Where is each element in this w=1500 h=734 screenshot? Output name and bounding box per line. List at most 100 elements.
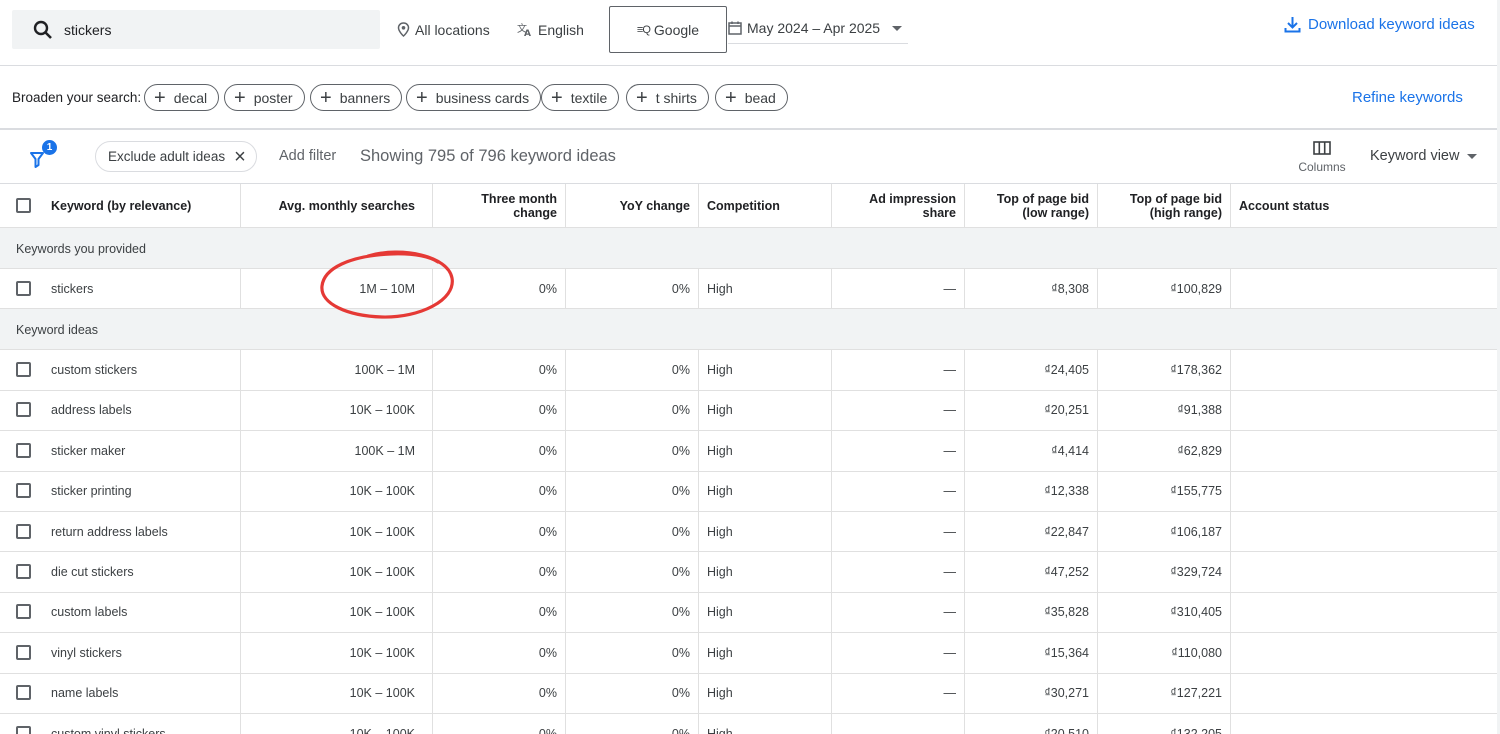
avg-monthly-searches-cell: 10K – 100K xyxy=(241,673,433,713)
results-count: Showing 795 of 796 keyword ideas xyxy=(360,147,616,165)
broaden-pill-business-cards[interactable]: + business cards xyxy=(406,84,542,111)
table-row[interactable]: custom labels 10K – 100K 0% 0% High — ₫35,828 ₫… xyxy=(0,592,1497,634)
table-row[interactable]: custom stickers 100K – 1M 0% 0% High — ₫24,405… xyxy=(0,350,1497,391)
header-keyword[interactable]: Keyword (by relevance) xyxy=(0,184,241,227)
add-filter-button[interactable]: Add filter xyxy=(279,148,336,164)
bid-high-cell: ₫132,205 xyxy=(1098,713,1231,734)
bid-high-cell: ₫329,724 xyxy=(1098,552,1231,592)
broaden-label: Broaden your search: xyxy=(12,90,142,105)
date-range-selector[interactable]: May 2024 – Apr 2025 xyxy=(728,12,908,44)
table-row[interactable]: vinyl stickers 10K – 100K 0% 0% High — ₫15,364… xyxy=(0,633,1497,674)
table-row[interactable]: address labels 10K – 100K 0% 0% High — ₫20,251… xyxy=(0,390,1497,432)
account-status-cell xyxy=(1231,552,1497,591)
keyword-cell: sticker maker xyxy=(0,431,241,471)
table-row[interactable]: custom vinyl stickers 10K – 100K 0% 0% High —… xyxy=(0,713,1497,734)
competition-cell: High xyxy=(699,350,832,390)
plus-icon: + xyxy=(725,86,737,109)
table-row[interactable]: return address labels 10K – 100K 0% 0% High —… xyxy=(0,511,1497,553)
group-row-ideas: Keyword ideas xyxy=(0,309,1497,351)
keyword-cell: custom labels xyxy=(0,592,241,633)
table-row[interactable]: name labels 10K – 100K 0% 0% High — ₫30,271 ₫12… xyxy=(0,673,1497,714)
filter-button[interactable]: 1 xyxy=(30,140,60,172)
bid-low-cell: ₫30,271 xyxy=(965,673,1098,713)
download-keyword-ideas-button[interactable]: Download keyword ideas xyxy=(1284,16,1475,33)
avg-monthly-searches-cell: 10K – 100K xyxy=(241,390,433,431)
three-month-change-cell: 0% xyxy=(433,350,566,390)
header-bid-high[interactable]: Top of page bid (high range) xyxy=(1098,184,1231,227)
pill-label: business cards xyxy=(435,89,530,106)
table-row[interactable]: die cut stickers 10K – 100K 0% 0% High — ₫47,2… xyxy=(0,552,1497,593)
account-status-cell xyxy=(1231,391,1497,430)
ad-impression-share-cell: — xyxy=(832,633,965,673)
keyword-view-dropdown[interactable]: Keyword view xyxy=(1370,148,1478,164)
yoy-change-cell: 0% xyxy=(566,390,699,431)
header-competition[interactable]: Competition xyxy=(699,184,832,227)
competition-cell: High xyxy=(699,633,832,673)
avg-monthly-searches-cell: 100K – 1M xyxy=(241,431,433,471)
avg-monthly-searches-cell: 10K – 100K xyxy=(241,592,433,633)
table-row[interactable]: stickers 1M – 10M 0% 0% High — ₫8,308 ₫100,829 xyxy=(0,269,1497,310)
broaden-pill-t-shirts[interactable]: + t shirts xyxy=(626,84,709,111)
search-input[interactable]: stickers xyxy=(12,10,380,49)
keyword-cell: custom vinyl stickers xyxy=(0,713,241,734)
ad-impression-share-cell: — xyxy=(832,390,965,431)
keyword-cell: return address labels xyxy=(0,511,241,552)
header-ad-impression-share[interactable]: Ad impression share xyxy=(832,184,965,227)
pill-label: poster xyxy=(253,89,293,106)
refine-keywords-link[interactable]: Refine keywords xyxy=(1352,89,1463,106)
yoy-change-cell: 0% xyxy=(566,350,699,390)
broaden-pill-bead[interactable]: + bead xyxy=(715,84,788,111)
avg-monthly-searches-cell: 10K – 100K xyxy=(241,511,433,552)
avg-monthly-searches-cell: 1M – 10M xyxy=(241,269,433,309)
broaden-pill-textile[interactable]: + textile xyxy=(541,84,620,111)
table-row[interactable]: sticker printing 10K – 100K 0% 0% High — ₫12,3… xyxy=(0,471,1497,512)
chevron-down-icon xyxy=(1467,153,1478,159)
header-three-month-change[interactable]: Three month change xyxy=(433,184,566,227)
header-account-status[interactable]: Account status xyxy=(1231,184,1497,227)
avg-monthly-searches-cell: 10K – 100K xyxy=(241,471,433,511)
three-month-change-cell: 0% xyxy=(433,673,566,713)
date-range-label: May 2024 – Apr 2025 xyxy=(747,19,881,36)
yoy-change-cell: 0% xyxy=(566,511,699,552)
avg-monthly-searches-cell: 10K – 100K xyxy=(241,713,433,734)
plus-icon: + xyxy=(320,86,332,109)
keyword-cell: custom stickers xyxy=(0,350,241,390)
locations-selector[interactable]: All locations xyxy=(397,10,490,49)
plus-icon: + xyxy=(154,86,166,109)
table-row[interactable]: sticker maker 100K – 1M 0% 0% High — ₫4,414 ₫62… xyxy=(0,431,1497,472)
svg-text:A: A xyxy=(524,29,531,37)
broaden-pill-decal[interactable]: + decal xyxy=(144,84,220,111)
bid-low-cell: ₫22,847 xyxy=(965,511,1098,552)
competition-cell: High xyxy=(699,431,832,471)
bid-high-cell: ₫310,405 xyxy=(1098,592,1231,633)
broaden-pill-poster[interactable]: + poster xyxy=(224,84,305,111)
table-header-row: Keyword (by relevance) Avg. monthly sear… xyxy=(0,184,1497,228)
plus-icon: + xyxy=(234,86,246,109)
ad-impression-share-cell: — xyxy=(832,471,965,511)
bid-low-cell: ₫4,414 xyxy=(965,431,1098,471)
three-month-change-cell: 0% xyxy=(433,269,566,309)
keyword-cell: sticker printing xyxy=(0,471,241,511)
group-label: Keywords you provided xyxy=(16,242,146,256)
header-yoy-change[interactable]: YoY change xyxy=(566,184,699,227)
three-month-change-cell: 0% xyxy=(433,592,566,633)
header-bid-low[interactable]: Top of page bid (low range) xyxy=(965,184,1098,227)
avg-monthly-searches-cell: 10K – 100K xyxy=(241,633,433,673)
broaden-pill-banners[interactable]: + banners xyxy=(310,84,403,111)
locations-label: All locations xyxy=(415,21,490,38)
columns-button[interactable]: Columns xyxy=(1296,138,1348,174)
account-status-cell xyxy=(1231,714,1497,734)
language-selector[interactable]: 文A English xyxy=(517,10,584,49)
three-month-change-cell: 0% xyxy=(433,633,566,673)
pill-label: banners xyxy=(339,89,391,106)
bid-high-cell: ₫100,829 xyxy=(1098,269,1231,309)
plus-icon: + xyxy=(551,86,563,109)
pill-label: t shirts xyxy=(655,89,697,106)
header-avg-monthly-searches[interactable]: Avg. monthly searches xyxy=(241,184,433,227)
network-selector[interactable]: ≡Q Google xyxy=(609,6,727,53)
competition-cell: High xyxy=(699,713,832,734)
three-month-change-cell: 0% xyxy=(433,390,566,431)
exclude-adult-ideas-chip[interactable]: Exclude adult ideas × xyxy=(95,141,257,172)
search-network-icon: ≡Q xyxy=(636,23,651,36)
close-icon[interactable]: × xyxy=(234,147,246,167)
